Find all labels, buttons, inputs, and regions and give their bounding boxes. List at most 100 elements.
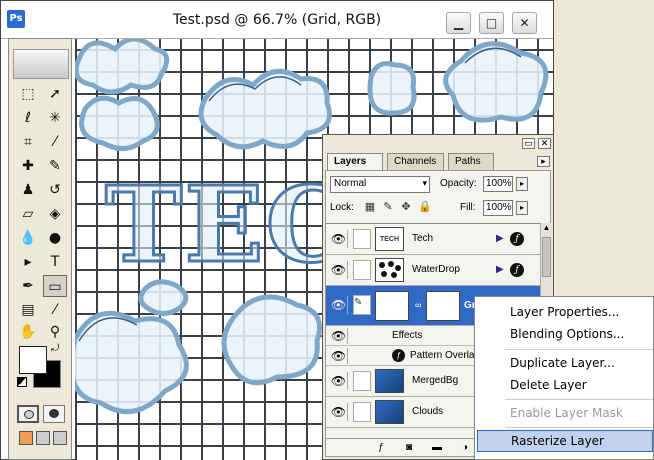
maximize-button[interactable]: □ xyxy=(479,12,504,34)
layer-link-box[interactable] xyxy=(353,402,371,422)
default-colors-icon[interactable] xyxy=(17,377,27,387)
fill-slider-arrow-icon[interactable]: ▸ xyxy=(516,201,528,215)
effects-label: Effects xyxy=(392,330,423,341)
palette-titlebar[interactable]: ▭ ✕ xyxy=(323,135,553,151)
layer-mask-thumbnail xyxy=(426,291,460,321)
add-mask-icon[interactable]: ◙ xyxy=(402,442,416,454)
blend-mode-value: Normal xyxy=(334,178,367,189)
layer-row-tech[interactable]: 👁 TECH Tech ▶ ƒ xyxy=(326,224,540,255)
full-screen-mode-button[interactable] xyxy=(53,431,67,445)
menu-item-rasterize-layer[interactable]: Rasterize Layer xyxy=(477,430,653,452)
opacity-field[interactable]: 100% xyxy=(483,176,513,192)
menu-item-duplicate-layer[interactable]: Duplicate Layer... xyxy=(477,352,653,374)
layer-brush-box[interactable]: ✎ xyxy=(353,295,371,315)
layer-row-waterdrop[interactable]: 👁 WaterDrop ▶ ƒ xyxy=(326,255,540,286)
eyedropper-tool-icon[interactable]: ⁄ xyxy=(43,299,67,321)
tools-palette-header[interactable] xyxy=(13,49,69,79)
brush-tool-icon[interactable]: ✎ xyxy=(43,155,67,177)
clone-stamp-tool-icon[interactable]: ♟ xyxy=(16,179,40,201)
menu-separator xyxy=(505,399,653,400)
paint-bucket-tool-icon[interactable]: ◈ xyxy=(43,203,67,225)
crop-tool-icon[interactable]: ⌗ xyxy=(16,131,40,153)
expand-effects-icon[interactable]: ▶ xyxy=(496,264,504,275)
lock-image-icon[interactable]: ✎ xyxy=(382,201,394,213)
fill-field[interactable]: 100% xyxy=(483,200,513,216)
tab-channels[interactable]: Channels xyxy=(387,153,444,170)
lasso-tool-icon[interactable]: ℓ xyxy=(16,107,40,129)
blend-mode-select[interactable]: Normal ▾ xyxy=(330,176,430,193)
lock-transparency-icon[interactable]: ▦ xyxy=(364,201,376,213)
path-selection-tool-icon[interactable]: ▸ xyxy=(16,251,40,273)
full-screen-menu-mode-button[interactable] xyxy=(36,431,50,445)
eye-icon[interactable]: 👁 xyxy=(330,230,348,248)
notes-tool-icon[interactable]: ▤ xyxy=(16,299,40,321)
close-button[interactable]: ✕ xyxy=(512,12,537,34)
lock-position-icon[interactable]: ✥ xyxy=(400,201,412,213)
cloud-shape xyxy=(443,41,549,123)
palette-close-icon[interactable]: ✕ xyxy=(538,138,551,149)
history-brush-tool-icon[interactable]: ↺ xyxy=(43,179,67,201)
menu-item-enable-layer-mask: Enable Layer Mask xyxy=(510,406,623,420)
add-layer-style-icon[interactable]: ƒ xyxy=(374,442,388,454)
quick-mask-mode-button[interactable] xyxy=(43,405,65,423)
marquee-tool-icon[interactable]: ⬚ xyxy=(16,83,40,105)
layer-link-box[interactable] xyxy=(353,260,371,280)
type-tool-icon[interactable]: T xyxy=(43,251,67,273)
lock-label: Lock: xyxy=(330,202,354,213)
rectangle-tool-icon[interactable]: ▭ xyxy=(43,275,67,297)
document-titlebar[interactable]: Ps Test.psd @ 66.7% (Grid, RGB) ▁ □ ✕ xyxy=(1,1,553,39)
swap-colors-icon[interactable]: ⤾ xyxy=(51,343,59,354)
layer-thumbnail xyxy=(375,258,404,282)
eye-icon[interactable]: 👁 xyxy=(330,328,348,344)
tab-layers[interactable]: Layers xyxy=(327,153,383,170)
hand-tool-icon[interactable]: ✋ xyxy=(16,321,40,343)
blur-tool-icon[interactable]: 💧 xyxy=(16,227,40,249)
foreground-color-swatch[interactable] xyxy=(19,346,47,374)
scroll-thumb[interactable] xyxy=(542,237,551,277)
healing-brush-tool-icon[interactable]: ✚ xyxy=(16,155,40,177)
menu-item-blending-options[interactable]: Blending Options... xyxy=(477,323,653,345)
layer-link-icon: ∞ xyxy=(415,300,422,310)
menu-separator xyxy=(505,349,653,350)
layer-thumbnail xyxy=(375,400,404,424)
layer-name: MergedBg xyxy=(412,375,459,386)
standard-screen-mode-button[interactable] xyxy=(19,431,33,445)
eye-icon[interactable]: 👁 xyxy=(330,372,348,390)
photoshop-workspace: Ps Test.psd @ 66.7% (Grid, RGB) ▁ □ ✕ TE… xyxy=(0,0,654,460)
minimize-button[interactable]: ▁ xyxy=(446,12,471,34)
palette-minimize-icon[interactable]: ▭ xyxy=(522,138,535,149)
layer-link-box[interactable] xyxy=(353,229,371,249)
adjustment-layer-icon[interactable]: ◑ xyxy=(458,442,472,454)
effect-name: Pattern Overla xyxy=(410,350,475,361)
zoom-tool-icon[interactable]: ⚲ xyxy=(43,321,67,343)
cloud-shape xyxy=(75,310,189,414)
move-tool-icon[interactable]: ➚ xyxy=(43,83,67,105)
palette-menu-icon[interactable]: ▸ xyxy=(537,156,550,167)
eye-icon[interactable]: 👁 xyxy=(330,261,348,279)
magic-wand-tool-icon[interactable]: ✳ xyxy=(43,107,67,129)
lock-all-icon[interactable]: 🔒 xyxy=(418,201,432,213)
eye-icon[interactable]: 👁 xyxy=(330,403,348,421)
cloud-shape xyxy=(367,61,417,116)
layer-link-box[interactable] xyxy=(353,371,371,391)
menu-item-delete-layer[interactable]: Delete Layer xyxy=(477,374,653,396)
scroll-up-icon[interactable]: ▲ xyxy=(541,223,552,235)
waterdrop-thumbnail-art xyxy=(379,261,401,278)
layer-style-icon[interactable]: ƒ xyxy=(510,263,524,277)
eye-icon[interactable]: 👁 xyxy=(330,296,348,314)
standard-mode-button[interactable] xyxy=(17,405,39,423)
dodge-tool-icon[interactable]: ● xyxy=(43,227,67,249)
layer-style-icon[interactable]: ƒ xyxy=(510,232,524,246)
pen-tool-icon[interactable]: ✒ xyxy=(16,275,40,297)
tab-paths[interactable]: Paths xyxy=(448,153,494,170)
brush-icon: ✎ xyxy=(354,297,363,308)
menu-item-layer-properties[interactable]: Layer Properties... xyxy=(477,301,653,323)
expand-effects-icon[interactable]: ▶ xyxy=(496,233,504,244)
opacity-slider-arrow-icon[interactable]: ▸ xyxy=(516,177,528,191)
eye-icon[interactable]: 👁 xyxy=(330,348,348,364)
layer-thumbnail xyxy=(375,291,409,321)
eraser-tool-icon[interactable]: ▱ xyxy=(16,203,40,225)
new-set-icon[interactable]: ▬ xyxy=(430,442,444,454)
slice-tool-icon[interactable]: ⁄ xyxy=(43,131,67,153)
layer-thumbnail xyxy=(375,369,404,393)
